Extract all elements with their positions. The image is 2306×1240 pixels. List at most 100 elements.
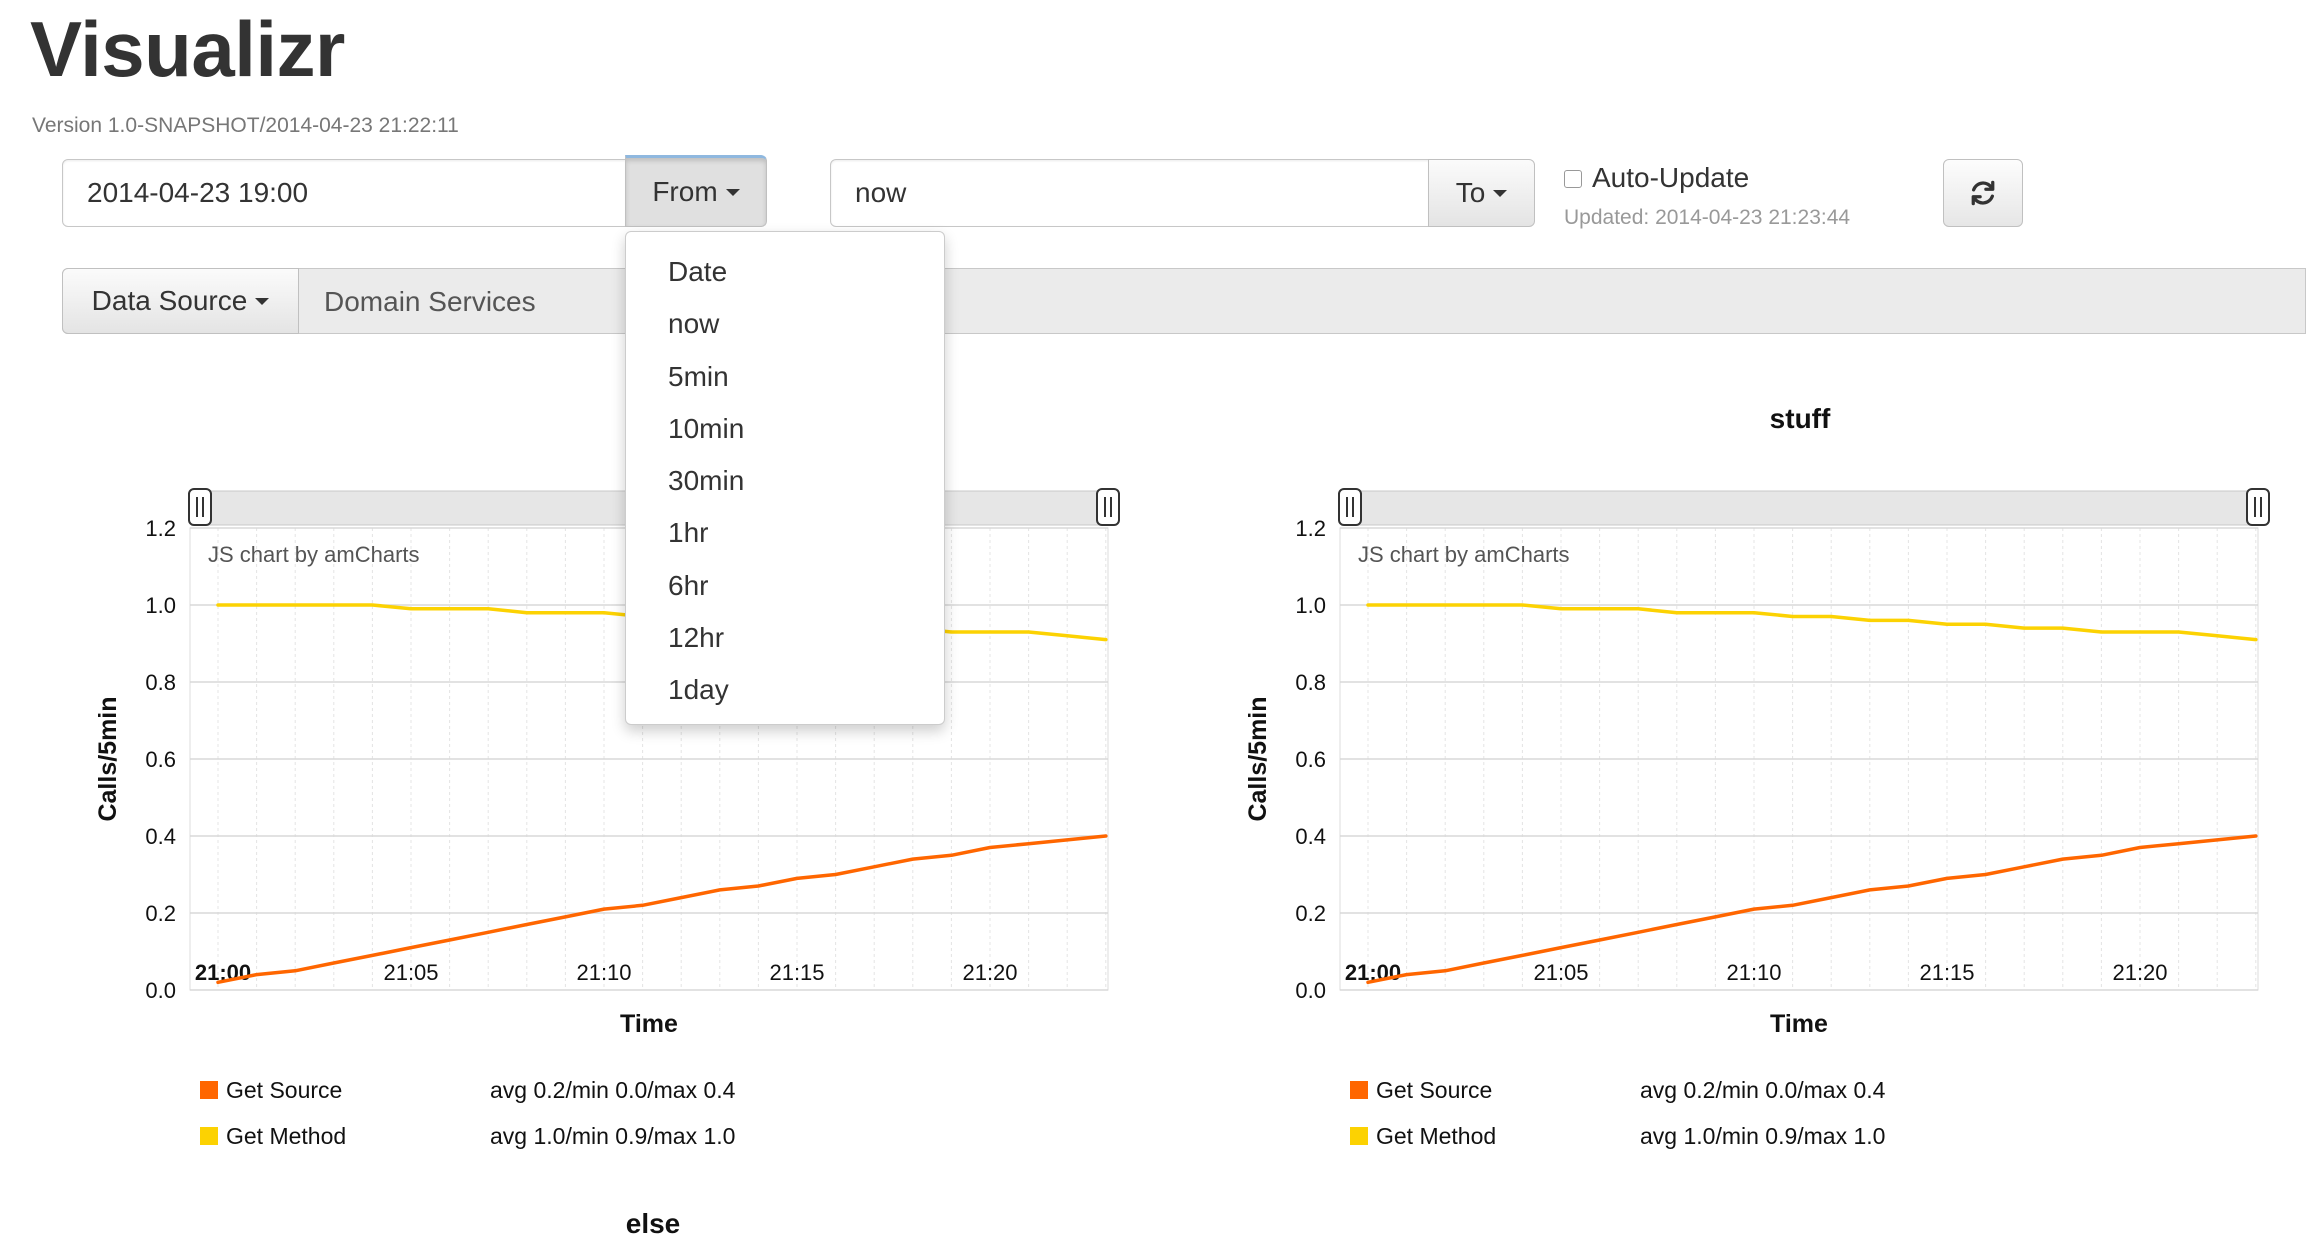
y-tick-label: 1.2 — [145, 516, 176, 541]
dropdown-item-30min[interactable]: 30min — [626, 455, 944, 507]
x-tick-label: 21:20 — [2112, 960, 2167, 985]
data-point — [1444, 603, 1447, 607]
data-point — [525, 611, 528, 614]
data-point — [950, 630, 953, 634]
data-point — [525, 923, 528, 926]
data-point — [834, 873, 837, 876]
x-axis-label: Time — [1770, 1010, 1828, 1038]
data-point — [1984, 623, 1987, 626]
x-tick-label: 21:05 — [1533, 960, 1588, 985]
data-point — [1791, 904, 1794, 907]
data-point — [1675, 923, 1679, 926]
charts-area: 0.00.20.40.60.81.01.221:00 21:05 21:10 21:1… — [94, 488, 2270, 1149]
data-point — [1104, 834, 1108, 838]
legend-swatch — [1350, 1127, 1368, 1145]
data-point — [602, 611, 606, 614]
legend-label: Get Source — [1376, 1077, 1492, 1103]
data-point — [1637, 607, 1640, 611]
y-tick-label: 1.2 — [1295, 516, 1326, 541]
data-point — [2138, 630, 2142, 634]
legend-label: Get Method — [1376, 1123, 1496, 1149]
y-axis-label: Calls/5min — [1244, 696, 1272, 821]
data-point — [1945, 623, 1949, 626]
y-tick-label: 0.0 — [1295, 978, 1326, 1003]
data-point — [2254, 638, 2257, 641]
scrollbar-left-handle[interactable] — [1338, 488, 1362, 526]
x-axis-label: Time — [620, 1010, 678, 1038]
dropdown-item-12hr[interactable]: 12hr — [626, 612, 944, 664]
y-tick-label: 0.2 — [145, 901, 176, 926]
data-point — [1405, 603, 1408, 607]
data-point — [1752, 611, 1756, 614]
data-point — [757, 884, 760, 888]
data-point — [873, 865, 876, 868]
legend-stats: avg 0.2/min 0.0/max 0.4 — [490, 1077, 736, 1103]
y-tick-label: 0.2 — [1295, 901, 1326, 926]
amcharts-credit-text: JS chart by amCharts — [1358, 542, 1570, 567]
data-point — [216, 981, 220, 984]
legend-swatch — [200, 1081, 218, 1099]
scrollbar-right-handle[interactable] — [2246, 488, 2270, 526]
data-point — [1027, 630, 1030, 634]
data-point — [294, 603, 297, 607]
data-point — [255, 973, 258, 976]
x-tick-label: 21:15 — [769, 960, 824, 985]
data-point — [2023, 865, 2026, 868]
dropdown-item-1day[interactable]: 1day — [626, 664, 944, 716]
y-tick-label: 0.6 — [145, 747, 176, 772]
data-point — [1066, 634, 1069, 637]
data-point — [332, 961, 335, 965]
data-point — [2177, 630, 2180, 634]
data-point — [564, 611, 567, 614]
dropdown-item-10min[interactable]: 10min — [626, 403, 944, 455]
data-point — [1366, 981, 1370, 984]
chart-title-stuff: stuff — [1769, 403, 1831, 434]
y-tick-label: 0.4 — [1295, 824, 1326, 849]
y-axis-label: Calls/5min — [94, 696, 122, 821]
data-point — [294, 969, 297, 972]
dropdown-item-date[interactable]: Date — [626, 246, 944, 298]
data-point — [718, 888, 721, 892]
data-point — [1907, 619, 1910, 622]
data-point — [1405, 973, 1408, 976]
amcharts-credit-text: JS chart by amCharts — [208, 542, 420, 567]
data-point — [602, 907, 606, 911]
dropdown-item-5min[interactable]: 5min — [626, 351, 944, 403]
y-tick-label: 0.8 — [1295, 670, 1326, 695]
y-tick-label: 0.0 — [145, 978, 176, 1003]
data-point — [2216, 634, 2219, 637]
data-point — [1482, 603, 1486, 607]
data-point — [409, 607, 413, 611]
y-tick-label: 0.8 — [145, 670, 176, 695]
data-point — [2138, 846, 2142, 849]
dropdown-item-now[interactable]: now — [626, 298, 944, 350]
data-point — [564, 915, 567, 919]
y-tick-label: 1.0 — [145, 593, 176, 618]
data-point — [1637, 931, 1640, 934]
data-point — [448, 607, 451, 611]
dropdown-item-6hr[interactable]: 6hr — [626, 560, 944, 612]
data-point — [1559, 946, 1563, 949]
data-point — [1366, 603, 1370, 607]
data-point — [950, 854, 953, 857]
chart-scrollbar — [1349, 490, 2259, 526]
scrollbar-right-handle[interactable] — [1096, 488, 1120, 526]
data-point — [448, 938, 451, 942]
x-tick-label: 21:05 — [383, 960, 438, 985]
legend-label: Get Source — [226, 1077, 342, 1103]
data-point — [1027, 842, 1030, 845]
x-tick-label: 21:10 — [1726, 960, 1781, 985]
dropdown-item-1hr[interactable]: 1hr — [626, 507, 944, 559]
x-tick-label: 21:15 — [1919, 960, 1974, 985]
data-point — [1984, 873, 1987, 876]
data-point — [641, 904, 644, 907]
legend-label: Get Method — [226, 1123, 346, 1149]
y-tick-label: 0.4 — [145, 824, 176, 849]
data-point — [1714, 611, 1717, 614]
data-point — [371, 603, 374, 607]
scrollbar-left-handle[interactable] — [188, 488, 212, 526]
data-point — [1752, 907, 1756, 911]
x-tick-label: 21:10 — [576, 960, 631, 985]
data-point — [1868, 619, 1872, 622]
y-tick-label: 0.6 — [1295, 747, 1326, 772]
